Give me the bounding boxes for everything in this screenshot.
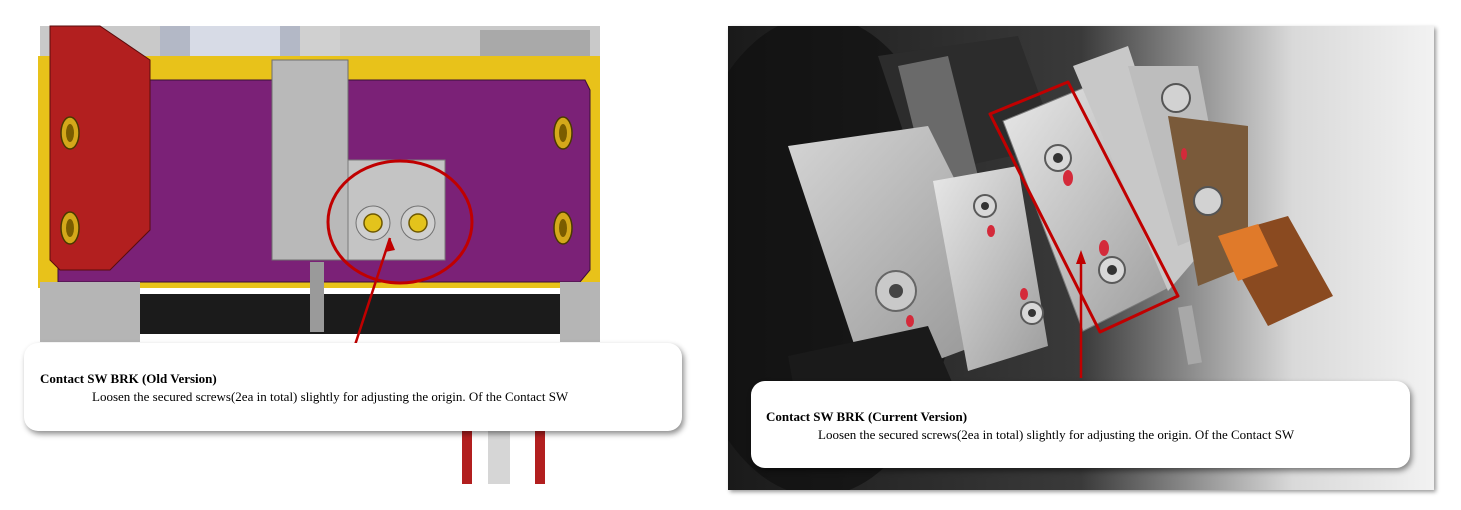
current-version-description: Loosen the secured screws(2ea in total) …	[818, 427, 1295, 442]
current-version-callout: Contact SW BRK (Current Version) Loosen …	[751, 381, 1410, 468]
old-version-callout: Contact SW BRK (Old Version) Loosen the …	[24, 343, 682, 431]
old-version-description: Loosen the secured screws(2ea in total) …	[92, 389, 569, 404]
screw-icon	[1161, 83, 1191, 113]
screw-icon	[1193, 186, 1223, 216]
current-version-title: Contact SW BRK (Current Version)	[766, 409, 968, 424]
old-version-title: Contact SW BRK (Old Version)	[40, 371, 217, 386]
